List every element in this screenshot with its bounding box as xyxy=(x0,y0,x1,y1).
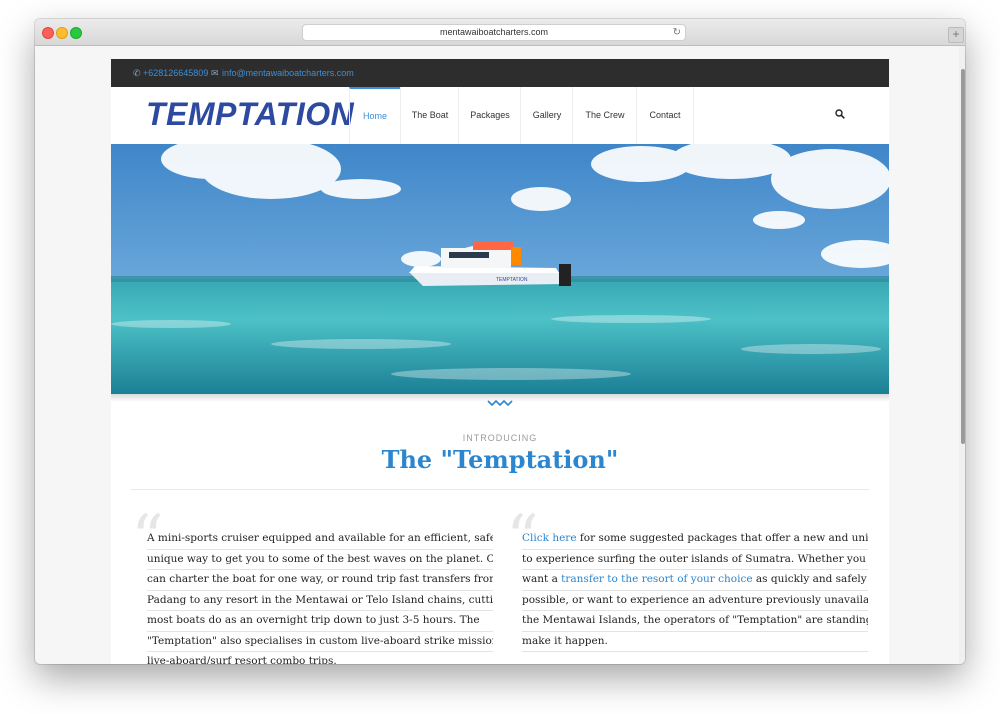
transfer-link[interactable]: transfer to the resort of your choice xyxy=(561,573,752,585)
text-line: A mini-sports cruiser equipped and avail… xyxy=(147,529,493,550)
mail-icon: ✉ xyxy=(211,68,219,78)
email-link[interactable]: info@mentawaiboatcharters.com xyxy=(222,59,354,87)
text-line: most boats do as an overnight trip down … xyxy=(147,611,493,632)
browser-window: mentawaiboatcharters.com ↻ + ✆ +62812664… xyxy=(35,19,965,664)
text-line: make it happen. xyxy=(522,632,868,652)
text-line: want a transfer to the resort of your ch… xyxy=(522,570,868,591)
click-here-link[interactable]: Click here xyxy=(522,532,577,544)
scrollbar-thumb[interactable] xyxy=(961,69,965,444)
text-line: Padang to any resort in the Mentawai or … xyxy=(147,591,493,611)
left-column: A mini-sports cruiser equipped and avail… xyxy=(147,529,493,664)
text-line: live-aboard/surf resort combo trips. xyxy=(147,652,493,664)
right-column: Click here for some suggested packages t… xyxy=(522,529,868,652)
new-tab-button[interactable]: + xyxy=(948,27,964,43)
text-line: to experience surfing the outer islands … xyxy=(522,550,868,570)
nav-home[interactable]: Home xyxy=(349,87,400,144)
text-line: possible, or want to experience an adven… xyxy=(522,591,868,611)
text-fragment: want a xyxy=(522,573,562,585)
search-icon[interactable] xyxy=(835,109,845,119)
page-headline: The "Temptation" xyxy=(381,445,619,474)
wave-icon xyxy=(487,399,513,407)
intro-label: INTRODUCING xyxy=(462,433,538,443)
browser-titlebar: mentawaiboatcharters.com ↻ + xyxy=(35,19,965,46)
phone-link[interactable]: +628126645809 xyxy=(143,59,208,87)
phone-icon: ✆ xyxy=(133,68,141,78)
nav-the-boat[interactable]: The Boat xyxy=(400,87,459,144)
nav-contact[interactable]: Contact xyxy=(636,87,694,144)
section-divider xyxy=(131,489,869,490)
minimize-window-button[interactable] xyxy=(56,27,68,39)
site-logo[interactable]: TEMPTATION xyxy=(146,96,354,133)
text-line: the Mentawai Islands, the operators of "… xyxy=(522,611,868,632)
reload-icon[interactable]: ↻ xyxy=(673,25,681,40)
address-bar[interactable]: mentawaiboatcharters.com ↻ xyxy=(302,24,686,41)
text-fragment: for some suggested packages that offer a… xyxy=(579,532,868,544)
text-fragment: as quickly and safely as xyxy=(755,573,868,585)
web-page: ✆ +628126645809 ✉ info@mentawaiboatchart… xyxy=(111,59,889,664)
text-line: can charter the boat for one way, or rou… xyxy=(147,570,493,591)
close-window-button[interactable] xyxy=(42,27,54,39)
text-line: "Temptation" also specialises in custom … xyxy=(147,632,493,652)
maximize-window-button[interactable] xyxy=(70,27,82,39)
nav-gallery[interactable]: Gallery xyxy=(520,87,573,144)
svg-text:TEMPTATION: TEMPTATION xyxy=(496,277,528,283)
url-text: mentawaiboatcharters.com xyxy=(439,27,549,37)
hero-image: TEMPTATION xyxy=(111,144,889,394)
text-line: Click here for some suggested packages t… xyxy=(522,529,868,550)
contact-topbar: ✆ +628126645809 ✉ info@mentawaiboatchart… xyxy=(111,59,889,87)
text-line: unique way to get you to some of the bes… xyxy=(147,550,493,570)
nav-packages[interactable]: Packages xyxy=(458,87,521,144)
site-header: TEMPTATION Home The Boat Packages Galler… xyxy=(111,87,889,144)
nav-the-crew[interactable]: The Crew xyxy=(572,87,637,144)
